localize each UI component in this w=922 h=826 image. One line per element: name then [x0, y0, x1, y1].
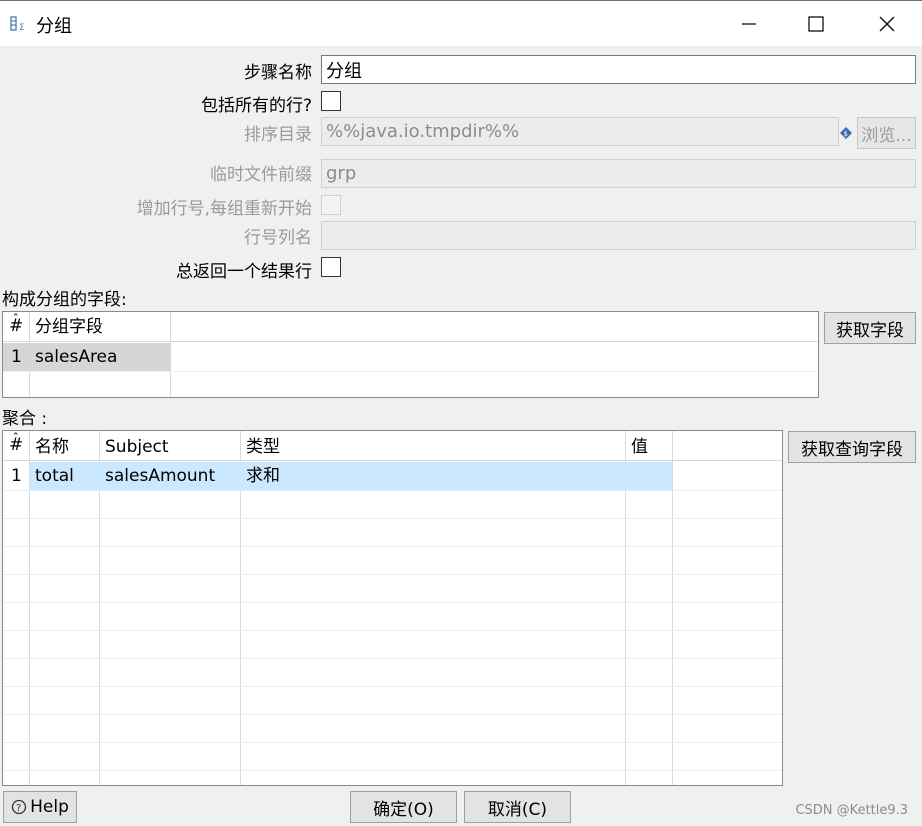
sort-dir-label: 排序目录: [244, 125, 312, 145]
close-icon: [879, 16, 895, 32]
group-step-icon: Σ: [10, 15, 28, 33]
svg-text:?: ?: [16, 803, 21, 814]
add-line-number-checkbox[interactable]: [321, 195, 341, 215]
close-button[interactable]: [874, 11, 900, 37]
aggregates-label: 聚合 :: [2, 409, 48, 429]
include-all-rows-checkbox[interactable]: [321, 91, 341, 111]
window-title: 分组: [36, 16, 72, 37]
column-header-name[interactable]: 名称: [30, 433, 99, 461]
watermark: CSDN @Kettle9.3: [795, 803, 908, 818]
minimize-icon: [742, 23, 756, 25]
get-fields-button[interactable]: 获取字段: [824, 312, 916, 344]
sort-dir-input[interactable]: [321, 117, 839, 146]
aggregates-table[interactable]: # ⌃ 名称 Subject 类型 值 1 total salesAmount …: [2, 430, 783, 786]
column-header-type[interactable]: 类型: [241, 433, 625, 461]
svg-text:$: $: [844, 130, 848, 138]
ok-button[interactable]: 确定(O): [350, 791, 457, 823]
group-fields-table[interactable]: # ⌃ 分组字段 1 salesArea: [2, 311, 819, 398]
column-header-subject[interactable]: Subject: [100, 433, 240, 461]
add-line-number-label: 增加行号,每组重新开始: [136, 199, 312, 219]
help-icon: ?: [11, 799, 27, 815]
help-button[interactable]: ? Help: [3, 791, 77, 823]
temp-prefix-input[interactable]: [321, 159, 916, 188]
line-number-field-label: 行号列名: [244, 228, 312, 248]
variable-icon: $: [840, 124, 852, 139]
svg-text:Σ: Σ: [19, 23, 25, 33]
row-index: 1: [11, 347, 22, 367]
help-label: Help: [30, 797, 69, 817]
subject-cell[interactable]: salesAmount: [100, 462, 240, 490]
column-header-group-field[interactable]: 分组字段: [30, 313, 170, 341]
cancel-button[interactable]: 取消(C): [464, 791, 571, 823]
step-name-label: 步骤名称: [244, 63, 312, 83]
temp-prefix-label: 临时文件前缀: [210, 165, 312, 185]
title-bar: Σ 分组: [0, 0, 922, 46]
group-fields-label: 构成分组的字段:: [2, 290, 127, 310]
always-one-row-checkbox[interactable]: [321, 257, 341, 277]
row-index: 1: [11, 466, 22, 486]
maximize-icon: [808, 16, 824, 32]
type-cell[interactable]: 求和: [241, 462, 625, 490]
name-cell[interactable]: total: [30, 462, 99, 490]
browse-button[interactable]: 浏览...: [857, 117, 916, 149]
minimize-button[interactable]: [736, 11, 762, 37]
always-one-row-label: 总返回一个结果行: [176, 262, 312, 282]
group-field-cell[interactable]: salesArea: [30, 343, 170, 371]
get-lookup-fields-button[interactable]: 获取查询字段: [788, 431, 916, 463]
value-cell[interactable]: [626, 462, 672, 490]
column-header-value[interactable]: 值: [626, 433, 672, 461]
line-number-field-input[interactable]: [321, 221, 916, 250]
maximize-button[interactable]: [803, 11, 829, 37]
sort-caret-icon: ⌃: [12, 313, 20, 323]
step-name-input[interactable]: [321, 55, 916, 84]
sort-caret-icon: ⌃: [12, 432, 20, 442]
include-all-rows-label: 包括所有的行?: [200, 96, 312, 116]
